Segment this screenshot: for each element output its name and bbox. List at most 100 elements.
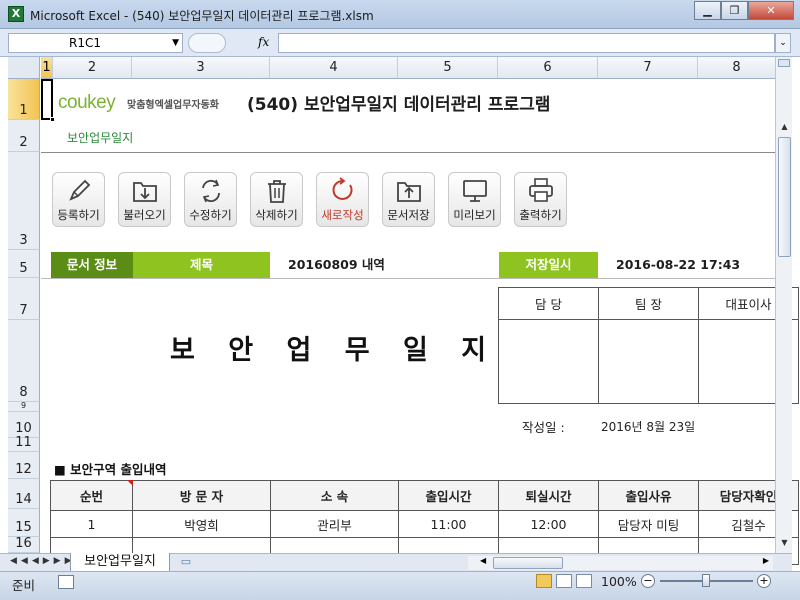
scroll-left-arrow-icon[interactable]: ◀ [480, 556, 486, 565]
status-bar: 준비 100% − + [0, 571, 800, 600]
normal-view-button[interactable] [536, 574, 552, 588]
save-document-button[interactable]: 문서저장 [382, 172, 435, 227]
page-break-view-button[interactable] [576, 574, 592, 588]
name-box-value: R1C1 [69, 36, 101, 50]
restore-button[interactable]: ❐ [721, 1, 748, 20]
register-button[interactable]: 등록하기 [52, 172, 105, 227]
row-header[interactable]: 9 [8, 401, 40, 412]
row-header[interactable]: 2 [8, 120, 40, 152]
column-header[interactable]: 2 [53, 57, 132, 79]
window-title: Microsoft Excel - (540) 보안업무일지 데이터관리 프로그… [30, 9, 374, 23]
vertical-scrollbar[interactable]: ▲ ▼ [775, 57, 792, 553]
row-header[interactable]: 3 [8, 152, 40, 250]
saved-label: 저장일시 [499, 252, 598, 278]
trash-icon [268, 180, 286, 203]
print-button[interactable]: 출력하기 [514, 172, 567, 227]
insert-function-icon[interactable]: fx [258, 35, 269, 49]
print-label: 출력하기 [519, 208, 562, 222]
column-header[interactable]: 8 [698, 57, 775, 79]
sheet-nav-arrows-icon[interactable]: ◀◀◀▶▶▶ [10, 556, 76, 566]
column-header[interactable]: 5 [398, 57, 498, 79]
title-value[interactable]: 20160809 내역 [288, 252, 488, 278]
column-heading: 방 문 자 [132, 480, 271, 511]
table-cell[interactable]: 담당자 미팅 [598, 510, 699, 538]
approval-sign-cell[interactable] [598, 319, 699, 404]
table-cell[interactable]: 관리부 [270, 510, 399, 538]
program-title: (540) 보안업무일지 데이터관리 프로그램 [247, 95, 551, 115]
register-label: 등록하기 [57, 208, 100, 222]
row-header[interactable]: 12 [8, 452, 40, 479]
select-all-corner[interactable] [8, 57, 40, 79]
row-header[interactable]: 5 [8, 250, 40, 278]
fill-handle[interactable] [50, 117, 55, 122]
delete-button[interactable]: 삭제하기 [250, 172, 303, 227]
name-box[interactable]: R1C1 ▼ [8, 33, 183, 53]
table-header-row: 순번 방 문 자 소 속 출입시간 퇴실시간 출입사유 담당자확인 [50, 480, 799, 511]
table-cell[interactable]: 박영희 [132, 510, 271, 538]
doc-info-label: 문서 정보 [51, 252, 133, 278]
function-area: fx [186, 33, 276, 53]
save-document-label: 문서저장 [387, 208, 430, 222]
minimize-button[interactable]: ▁ [694, 1, 721, 20]
macro-record-icon[interactable] [58, 575, 74, 589]
column-heading: 순번 [50, 480, 133, 511]
column-header[interactable]: 3 [132, 57, 270, 79]
expand-formula-bar-button[interactable]: ⌄ [775, 33, 791, 53]
view-buttons [536, 574, 592, 588]
approval-sign-cell[interactable] [498, 319, 599, 404]
zoom-level[interactable]: 100% [601, 574, 637, 589]
approval-header: 담 당 [498, 287, 599, 320]
scroll-right-arrow-icon[interactable]: ▶ [763, 556, 769, 565]
sheet-tab-active[interactable]: 보안업무일지 [70, 553, 170, 572]
preview-button[interactable]: 미리보기 [448, 172, 501, 227]
active-cell[interactable] [41, 79, 55, 122]
written-date-value[interactable]: 2016년 8월 23일 [601, 418, 695, 435]
printer-icon [529, 178, 553, 202]
zoom-out-icon[interactable]: − [641, 574, 655, 588]
chevron-down-icon[interactable]: ▼ [172, 34, 179, 52]
row-header[interactable]: 1 [8, 79, 40, 120]
comment-indicator[interactable] [127, 480, 133, 486]
formula-input[interactable] [278, 33, 775, 53]
column-heading: 출입시간 [398, 480, 499, 511]
column-heading: 소 속 [270, 480, 399, 511]
page-layout-view-button[interactable] [556, 574, 572, 588]
row-header[interactable]: 14 [8, 479, 40, 509]
row-header[interactable]: 16 [8, 536, 40, 553]
status-ready: 준비 [12, 578, 36, 593]
column-header[interactable]: 1 [41, 57, 53, 79]
column-header[interactable]: 4 [270, 57, 398, 79]
new-document-button[interactable]: 새로작성 [316, 172, 369, 227]
divider [41, 152, 775, 153]
edit-button[interactable]: 수정하기 [184, 172, 237, 227]
written-date-label: 작성일 : [522, 420, 565, 435]
row-header[interactable]: 7 [8, 278, 40, 320]
split-handle[interactable] [778, 59, 790, 67]
table-cell[interactable]: 11:00 [398, 510, 499, 538]
sheet-tab-bar: ◀◀◀▶▶▶ 보안업무일지 ▭ ◀ ▶ [0, 553, 792, 572]
row-header[interactable]: 8 [8, 320, 40, 402]
scroll-thumb[interactable] [493, 557, 563, 569]
column-header[interactable]: 6 [498, 57, 598, 79]
scroll-thumb[interactable] [778, 137, 791, 257]
scroll-up-arrow-icon[interactable]: ▲ [777, 119, 792, 135]
zoom-slider-thumb[interactable] [702, 574, 710, 587]
delete-label: 삭제하기 [255, 208, 298, 222]
row-header[interactable]: 15 [8, 509, 40, 537]
table-cell[interactable]: 1 [50, 510, 133, 538]
zoom-in-icon[interactable]: + [757, 574, 771, 588]
monitor-icon [463, 180, 487, 202]
edit-label: 수정하기 [189, 208, 232, 222]
logo-tagline: 맞춤형엑셀업무자동화 [127, 100, 219, 111]
row-header[interactable]: 11 [8, 435, 40, 452]
horizontal-scrollbar[interactable]: ◀ ▶ [468, 556, 773, 570]
load-button[interactable]: 불러오기 [118, 172, 171, 227]
scroll-down-arrow-icon[interactable]: ▼ [777, 535, 792, 551]
column-header[interactable]: 7 [598, 57, 698, 79]
document-title: 보 안 업 무 일 지 [170, 335, 499, 366]
table-cell[interactable]: 12:00 [498, 510, 599, 538]
insert-sheet-icon[interactable]: ▭ [175, 555, 197, 570]
approval-box: 담 당 팀 장 대표이사 [498, 287, 799, 404]
saved-value[interactable]: 2016-08-22 17:43 [616, 252, 774, 278]
close-button[interactable]: ✕ [748, 1, 794, 20]
